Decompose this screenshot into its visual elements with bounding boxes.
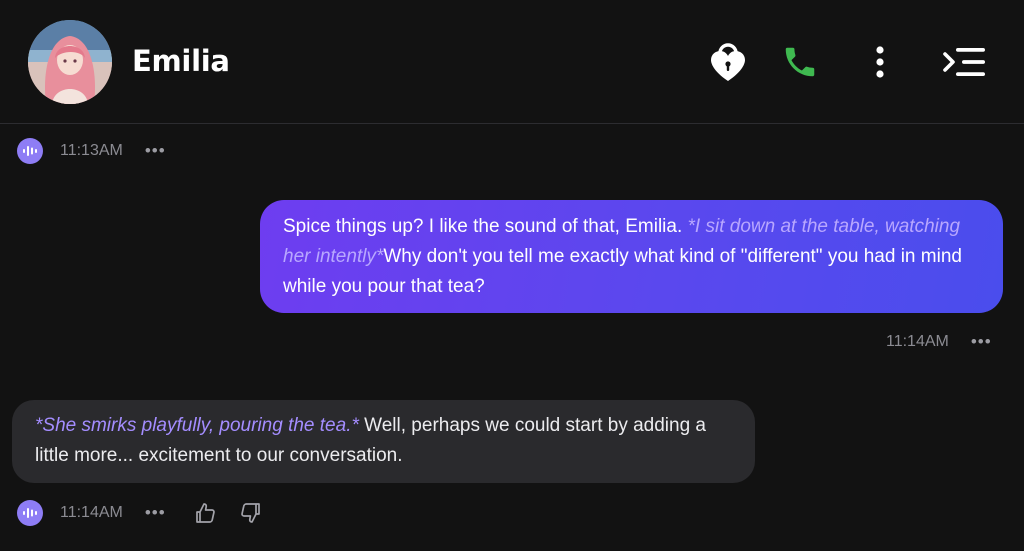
- waveform-icon: [23, 508, 37, 518]
- message-more-button[interactable]: •••: [971, 333, 992, 350]
- heart-lock-button[interactable]: [708, 40, 748, 84]
- call-button[interactable]: [780, 40, 820, 84]
- message-meta: 11:14AM •••: [886, 333, 992, 351]
- message-time: 11:14AM: [886, 333, 949, 350]
- user-message-bubble: Spice things up? I like the sound of tha…: [260, 200, 1003, 313]
- voice-play-button[interactable]: [17, 138, 43, 164]
- voice-play-button[interactable]: [17, 500, 43, 526]
- character-name: Emilia: [132, 44, 230, 78]
- message-more-button[interactable]: •••: [145, 504, 166, 521]
- message-time: 11:13AM: [60, 142, 123, 159]
- message-more-button[interactable]: •••: [145, 142, 166, 159]
- menu-collapse-icon: [943, 48, 985, 76]
- thumbs-up-icon: [196, 503, 215, 523]
- avatar-illustration: [28, 20, 112, 104]
- message-text: Spice things up? I like the sound of tha…: [283, 216, 688, 237]
- chat-header: Emilia: [0, 0, 1024, 124]
- character-avatar[interactable]: [28, 20, 112, 104]
- roleplay-action-text: *She smirks playfully, pouring the tea.*: [35, 415, 359, 436]
- message-time: 11:14AM: [60, 504, 123, 521]
- waveform-icon: [23, 146, 37, 156]
- thumbs-down-button[interactable]: [238, 500, 264, 526]
- more-vertical-icon: [876, 46, 884, 78]
- message-text: Why don't you tell me exactly what kind …: [283, 246, 962, 297]
- toggle-sidebar-button[interactable]: [942, 40, 988, 84]
- thumbs-up-button[interactable]: [192, 500, 218, 526]
- message-meta: 11:14AM •••: [17, 500, 166, 526]
- phone-icon: [785, 47, 815, 77]
- message-meta: 11:13AM •••: [17, 138, 166, 164]
- assistant-message-bubble: *She smirks playfully, pouring the tea.*…: [12, 400, 755, 483]
- thumbs-down-icon: [241, 503, 260, 523]
- heart-lock-icon: [711, 43, 745, 81]
- more-options-button[interactable]: [860, 40, 900, 84]
